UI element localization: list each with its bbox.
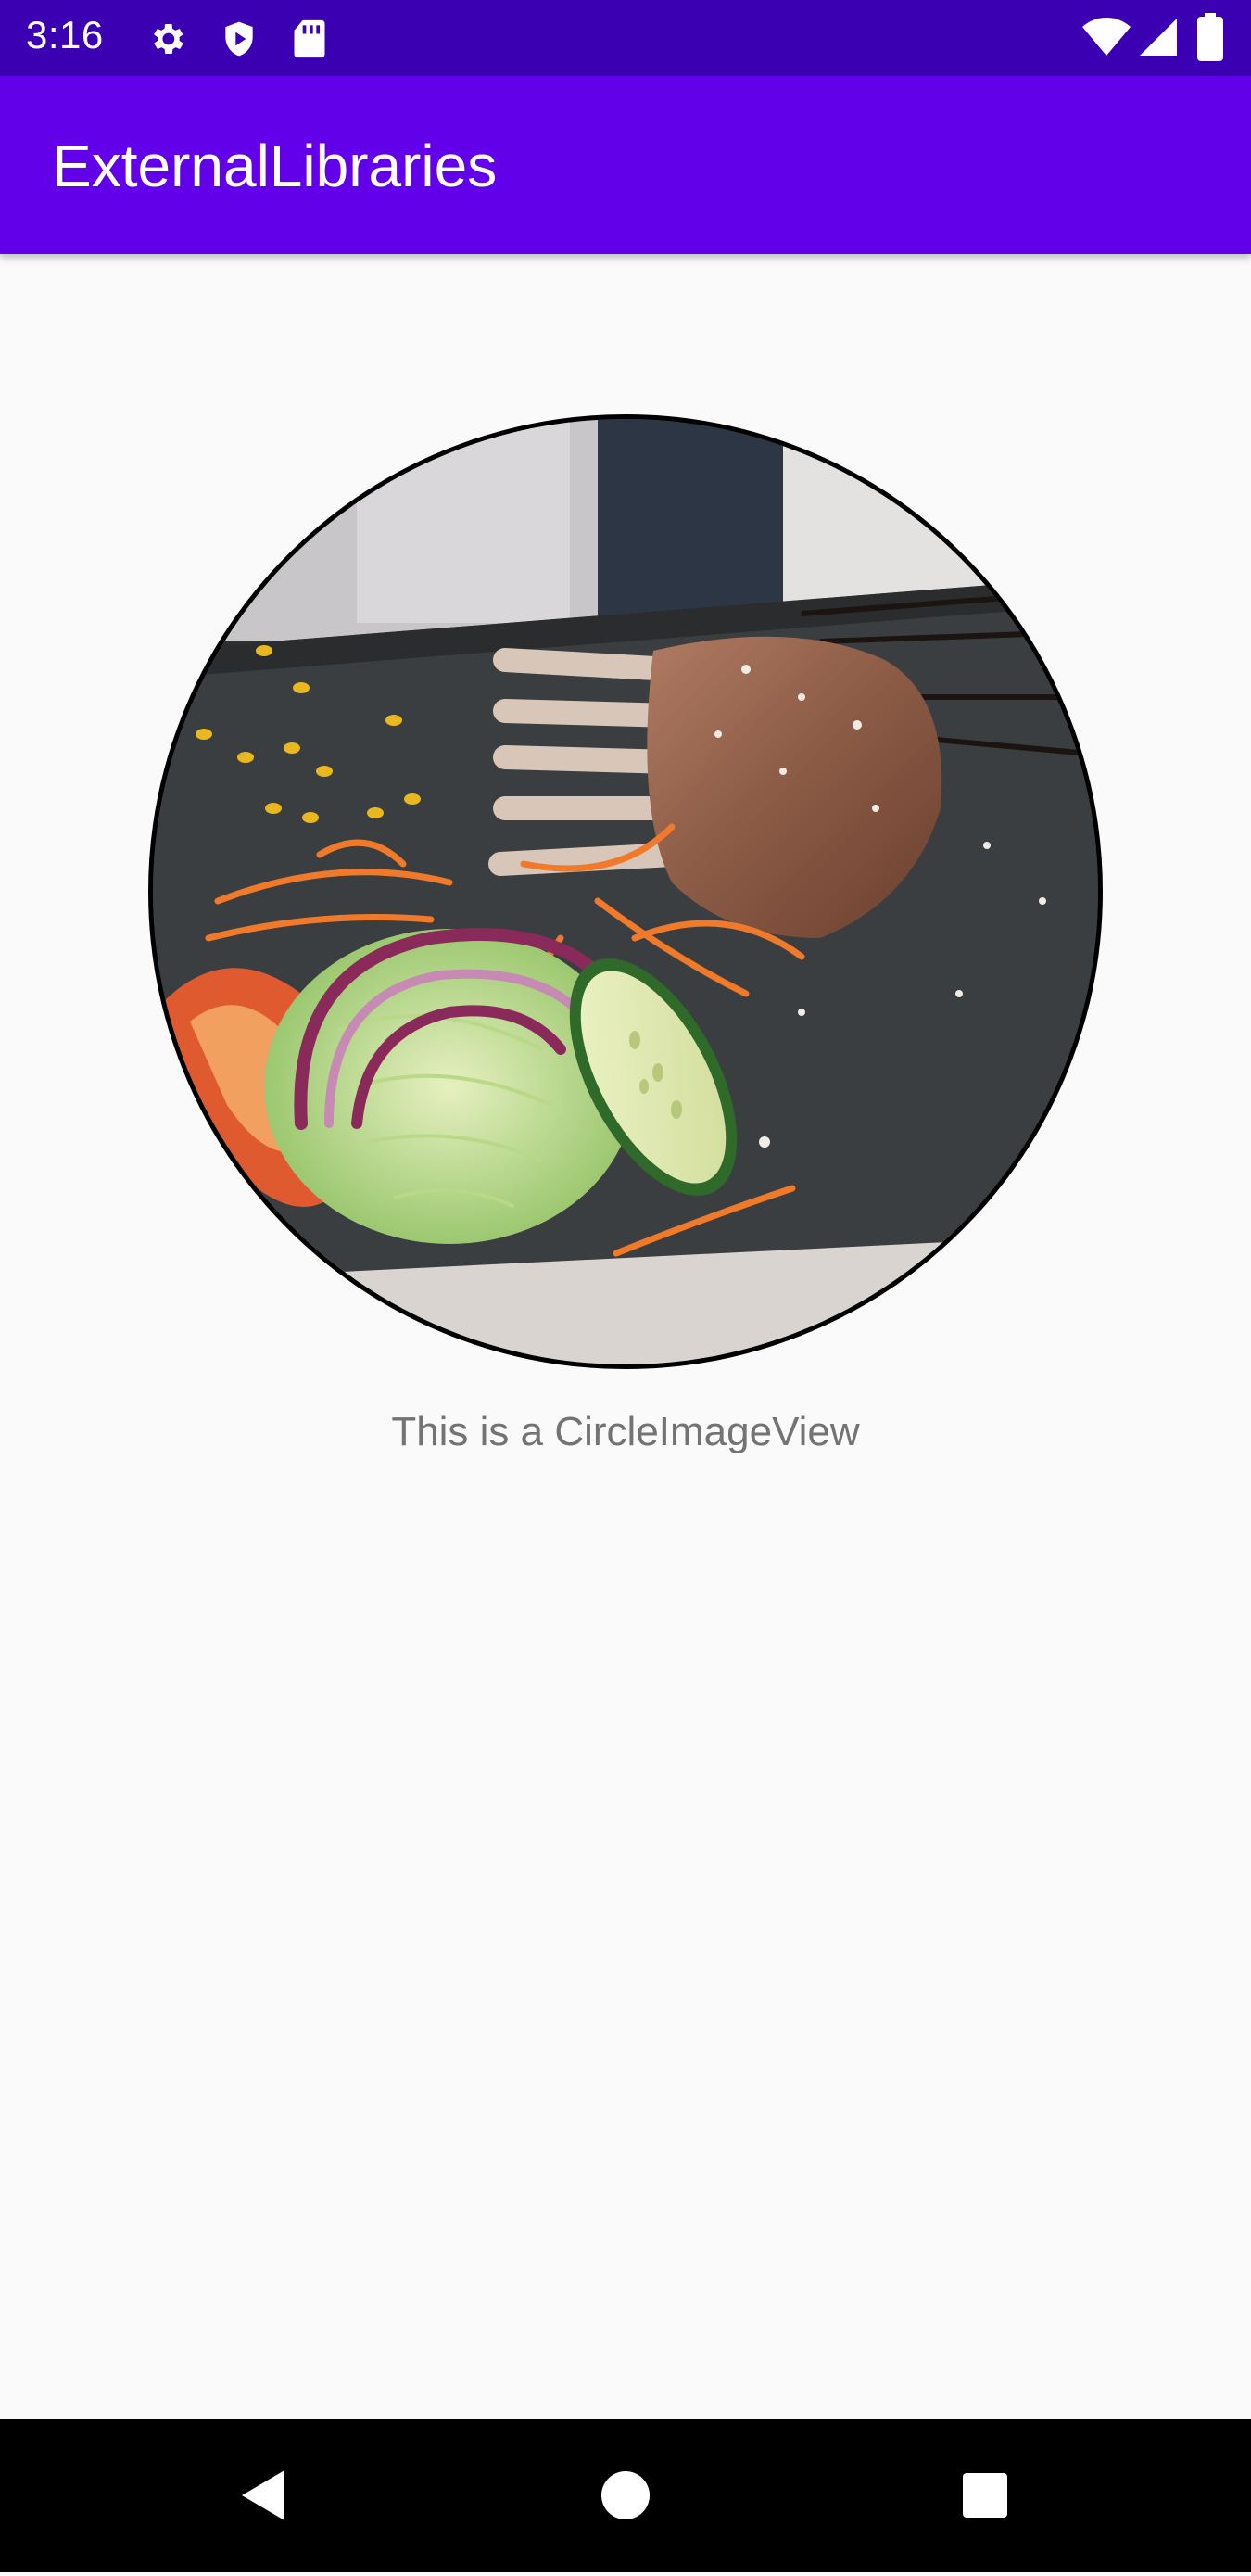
battery-icon [1197, 13, 1223, 65]
home-icon [601, 2471, 650, 2519]
back-button[interactable] [170, 2419, 355, 2572]
image-caption: This is a CircleImageView [391, 1409, 860, 1454]
status-time: 3:16 [26, 13, 104, 57]
signal-icon [1138, 17, 1179, 61]
settings-icon [146, 19, 187, 63]
recents-icon [963, 2473, 1007, 2518]
circle-image-view [148, 414, 1103, 1369]
app-title: ExternalLibraries [52, 133, 498, 199]
recents-button[interactable] [892, 2419, 1078, 2572]
app-bar: ExternalLibraries [0, 76, 1251, 254]
food-photo [153, 419, 1098, 1364]
sd-card-icon [291, 19, 328, 63]
back-icon [242, 2470, 284, 2520]
navigation-bar [0, 2419, 1251, 2572]
status-bar: 3:16 [0, 0, 1251, 76]
shield-play-icon [219, 19, 259, 63]
home-button[interactable] [533, 2419, 718, 2572]
wifi-icon [1082, 17, 1131, 61]
